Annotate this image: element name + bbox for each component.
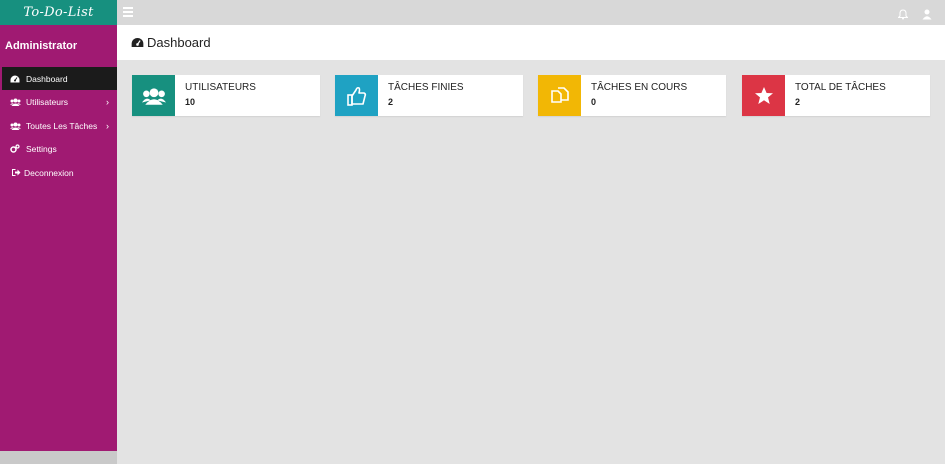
users-icon (8, 98, 22, 106)
top-navbar (117, 0, 945, 25)
thumbs-up-icon (335, 75, 378, 116)
sidebar-item-utilisateurs[interactable]: Utilisateurs › (2, 90, 117, 113)
sidebar-item-toutes-les-taches[interactable]: Toutes Les Tâches › (2, 114, 117, 137)
sidebar-item-label: Settings (26, 143, 57, 154)
app-title: To-Do-List (23, 5, 94, 20)
star-icon (742, 75, 785, 116)
card-title: TOTAL DE TÂCHES (795, 82, 886, 93)
card-title: TÂCHES FINIES (388, 82, 464, 93)
hamburger-icon[interactable] (123, 7, 133, 17)
sidebar-item-label: Toutes Les Tâches (26, 120, 98, 131)
card-value: 2 (388, 97, 394, 107)
page-title-text: Dashboard (147, 35, 211, 50)
dashboard-icon (8, 75, 22, 83)
bell-icon[interactable] (897, 7, 909, 25)
stat-card-taches-en-cours[interactable]: TÂCHES EN COURS 0 (538, 75, 726, 116)
sidebar-item-label: Deconnexion (24, 167, 74, 178)
sidebar: Administrator Dashboard Utilisateurs › T… (0, 25, 117, 451)
copy-icon (538, 75, 581, 116)
card-value: 10 (185, 97, 196, 107)
card-title: UTILISATEURS (185, 82, 256, 93)
stat-card-total-de-taches[interactable]: TOTAL DE TÂCHES 2 (742, 75, 930, 116)
user-icon[interactable] (922, 7, 932, 25)
card-value: 0 (591, 97, 597, 107)
page-header: Dashboard (117, 25, 945, 60)
sidebar-item-label: Utilisateurs (26, 96, 69, 107)
app-logo[interactable]: To-Do-List (0, 0, 117, 25)
chevron-right-icon: › (106, 96, 109, 107)
chevron-right-icon: › (106, 120, 109, 131)
users-icon (8, 122, 22, 130)
page-title: Dashboard (131, 35, 211, 50)
sidebar-footer (0, 451, 117, 464)
gears-icon (8, 144, 22, 153)
dashboard-icon (131, 37, 144, 48)
card-title: TÂCHES EN COURS (591, 82, 688, 93)
sidebar-item-dashboard[interactable]: Dashboard (2, 67, 117, 90)
sidebar-item-label: Dashboard (26, 73, 68, 84)
sidebar-item-settings[interactable]: Settings (2, 137, 117, 160)
users-icon (132, 75, 175, 116)
stat-card-utilisateurs[interactable]: UTILISATEURS 10 (132, 75, 320, 116)
sidebar-item-deconnexion[interactable]: Deconnexion (2, 161, 117, 184)
sidebar-user-name: Administrator (5, 40, 78, 52)
logout-icon (9, 168, 23, 177)
card-value: 2 (795, 97, 801, 107)
stat-card-taches-finies[interactable]: TÂCHES FINIES 2 (335, 75, 523, 116)
